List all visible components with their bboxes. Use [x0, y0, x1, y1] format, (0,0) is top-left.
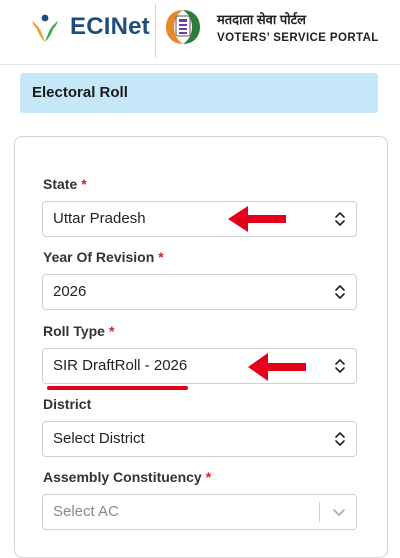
district-select[interactable]: Select District	[42, 421, 357, 457]
year-select-value: 2026	[53, 283, 87, 300]
chevron-up-down-icon	[335, 285, 345, 299]
chevron-up-down-icon	[335, 432, 345, 446]
annotation-arrow-icon	[228, 206, 286, 232]
portal-header: ECINet मतदाता सेवा पोर्टल VOTERS’ SERVIC…	[0, 0, 400, 65]
state-label-text: State	[43, 176, 78, 192]
state-select-value: Uttar Pradesh	[53, 210, 146, 227]
year-label: Year Of Revision *	[43, 249, 164, 265]
chevron-down-icon	[333, 509, 345, 516]
election-commission-emblem-icon	[166, 10, 200, 44]
state-label: State *	[43, 176, 87, 192]
required-marker: *	[108, 323, 115, 339]
state-select[interactable]: Uttar Pradesh	[42, 201, 357, 237]
chevron-up-down-icon	[335, 359, 345, 373]
ac-label-text: Assembly Constituency	[43, 469, 202, 485]
required-marker: *	[81, 176, 87, 192]
ac-select[interactable]: Select AC	[42, 494, 357, 530]
header-divider	[155, 4, 156, 58]
dropdown-separator	[319, 502, 320, 522]
district-label: District	[43, 396, 91, 412]
district-label-text: District	[43, 396, 92, 412]
eci-logo-icon	[32, 14, 58, 42]
required-marker: *	[158, 249, 164, 265]
roll-type-label: Roll Type *	[43, 323, 114, 339]
roll-type-label-text: Roll Type	[43, 323, 105, 339]
ac-select-placeholder: Select AC	[53, 503, 119, 520]
brand-name: ECINet	[70, 13, 150, 40]
year-label-text: Year Of Revision	[43, 249, 155, 265]
roll-type-select-value: SIR DraftRoll - 2026	[53, 357, 188, 374]
annotation-arrow-icon	[248, 353, 306, 381]
section-banner: Electoral Roll	[20, 73, 378, 113]
required-marker: *	[205, 469, 212, 485]
portal-title-english: VOTERS’ SERVICE PORTAL	[217, 32, 379, 44]
ac-label: Assembly Constituency *	[43, 469, 211, 485]
district-select-placeholder: Select District	[53, 430, 145, 447]
chevron-up-down-icon	[335, 212, 345, 226]
year-select[interactable]: 2026	[42, 274, 357, 310]
portal-title-hindi: मतदाता सेवा पोर्टल	[217, 12, 306, 27]
annotation-underline	[47, 386, 188, 390]
